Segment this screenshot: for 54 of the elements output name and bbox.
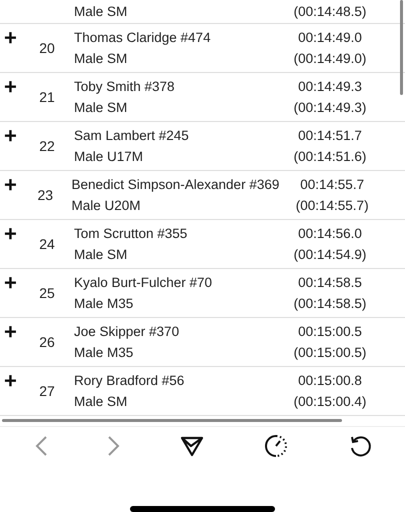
timer-icon[interactable]	[262, 433, 288, 460]
rank-text: 27	[39, 383, 55, 399]
runner-name: Benedict Simpson-Alexander #369	[71, 176, 280, 193]
expand-button[interactable]: +	[4, 125, 17, 147]
runner-name: Thomas Claridge #474	[74, 29, 212, 46]
category-text: Male SM	[74, 393, 128, 410]
expand-button[interactable]: +	[4, 174, 17, 196]
runner-name: Toby Smith #378	[74, 78, 176, 95]
rank-text: 20	[39, 40, 55, 56]
rank-text: 25	[39, 285, 55, 301]
gun-time: 00:14:51.7	[298, 127, 362, 144]
runner-name: Kyalo Burt-Fulcher #70	[74, 274, 214, 291]
category-text: Male SM	[74, 3, 128, 20]
gun-time: 00:15:00.5	[298, 323, 362, 340]
gun-time: 00:14:58.5	[298, 274, 362, 291]
runner-name: Tom Scrutton #355	[74, 225, 188, 242]
gun-time: 00:14:56.0	[298, 225, 362, 242]
category-text: Male U20M	[71, 197, 142, 214]
expand-button[interactable]: +	[4, 370, 17, 392]
rank-text: 26	[39, 334, 55, 350]
expand-button[interactable]: +	[4, 223, 17, 245]
paper-plane-icon[interactable]	[180, 435, 204, 458]
category-text: Male M35	[74, 344, 134, 361]
chip-time: (00:14:49.0)	[294, 50, 366, 67]
chip-time: (00:15:00.5)	[294, 344, 366, 361]
rank-text: 23	[38, 187, 54, 203]
rank-text: 22	[39, 138, 55, 154]
category-text: Male SM	[74, 99, 128, 116]
gun-time: 00:14:55.7	[300, 176, 364, 193]
chip-time: (00:14:55.7)	[296, 197, 369, 214]
category-text: Male U17M	[74, 148, 144, 165]
expand-button[interactable]: +	[4, 272, 17, 294]
gun-time: 00:15:00.8	[298, 372, 362, 389]
expand-button[interactable]: +	[4, 321, 17, 343]
expand-button[interactable]: +	[4, 27, 17, 49]
rank-text: 21	[39, 89, 55, 105]
runner-name: Rory Bradford #56	[74, 372, 186, 389]
chip-time: (00:14:54.9)	[294, 246, 366, 263]
gun-time: 00:14:49.0	[298, 29, 362, 46]
category-text: Male M35	[74, 295, 134, 312]
chip-time: (00:15:00.4)	[294, 393, 366, 410]
chip-time: (00:14:48.5)	[294, 3, 366, 20]
chip-time: (00:14:58.5)	[294, 295, 366, 312]
horizontal-scrollbar[interactable]	[2, 419, 342, 422]
runner-name: Joe Skipper #370	[74, 323, 180, 340]
runner-name: Sam Lambert #245	[74, 127, 190, 144]
category-text: Male SM	[74, 246, 128, 263]
rank-text: 24	[39, 236, 55, 252]
vertical-scrollbar[interactable]	[400, 0, 403, 95]
category-text: Male SM	[74, 50, 128, 67]
expand-button[interactable]: +	[4, 76, 17, 98]
chip-time: (00:14:51.6)	[294, 148, 366, 165]
chip-time: (00:14:49.3)	[294, 99, 366, 116]
gun-time: 00:14:49.3	[298, 78, 362, 95]
